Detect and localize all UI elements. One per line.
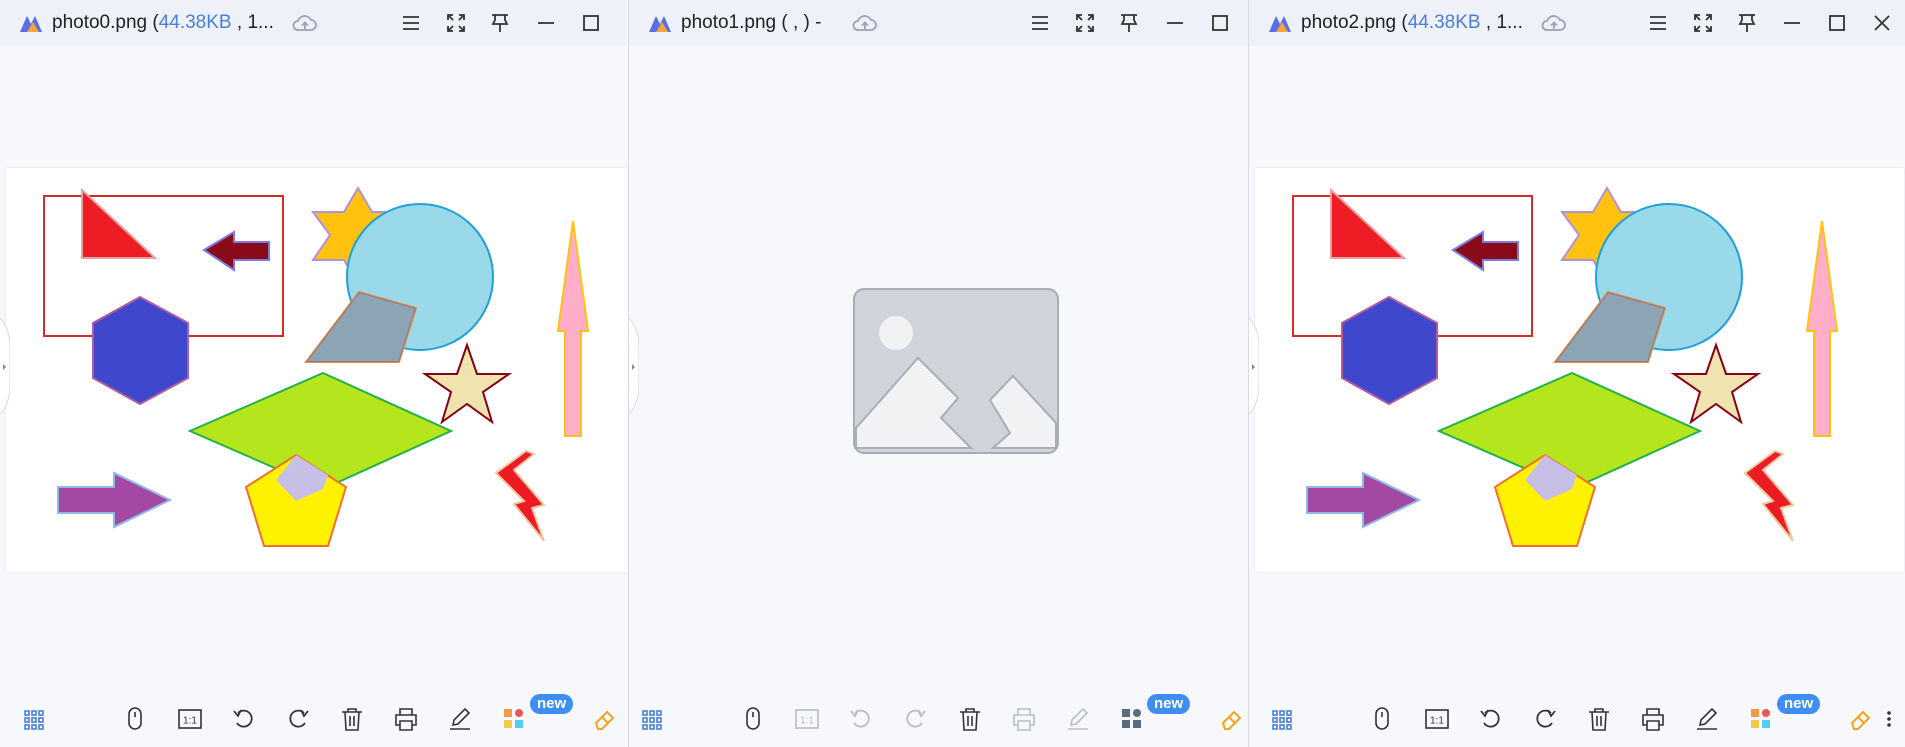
window-title: photo2.png (44.38KB , 1... xyxy=(1301,12,1523,34)
pin-icon[interactable] xyxy=(1734,10,1760,36)
close-icon[interactable] xyxy=(1869,10,1895,36)
side-panel-toggle[interactable] xyxy=(1249,318,1259,414)
window-title: photo1.png ( , ) - xyxy=(681,12,821,34)
print-icon[interactable] xyxy=(1638,704,1668,734)
red-triangle xyxy=(1330,187,1407,259)
delete-icon[interactable] xyxy=(1584,704,1614,734)
red-lightning xyxy=(1743,449,1795,542)
dark-red-arrow xyxy=(202,230,270,272)
app-logo-icon xyxy=(1269,16,1291,32)
rotate-left-icon[interactable] xyxy=(1476,704,1506,734)
delete-icon[interactable] xyxy=(337,704,367,734)
file-size: 44.38KB xyxy=(1407,12,1481,33)
purple-arrow xyxy=(1306,471,1422,529)
maximize-icon[interactable] xyxy=(1824,10,1850,36)
file-name: photo0.png ( xyxy=(52,12,159,33)
actual-size-label: 1:1 xyxy=(183,716,197,727)
pink-arrow xyxy=(556,220,590,437)
blue-hexagon xyxy=(92,295,189,406)
viewer-pane-0: photo0.png (44.38KB , 1... 1:1 new xyxy=(0,0,627,747)
actual-size-button: 1:1 xyxy=(792,704,822,734)
apps-icon[interactable] xyxy=(1117,704,1147,734)
eraser-icon[interactable] xyxy=(590,704,620,734)
edit-icon xyxy=(1063,704,1093,734)
blue-hexagon xyxy=(1341,295,1438,406)
purple-arrow xyxy=(57,471,173,529)
cloud-upload-icon[interactable] xyxy=(291,11,319,35)
delete-icon[interactable] xyxy=(955,704,985,734)
minimize-icon[interactable] xyxy=(1162,10,1188,36)
file-size: 44.38KB xyxy=(158,12,232,33)
image-canvas xyxy=(6,168,627,572)
shapes-image xyxy=(1292,186,1839,547)
side-panel-toggle[interactable] xyxy=(629,318,639,414)
window-title: photo0.png (44.38KB , 1... xyxy=(52,12,274,34)
grid-icon[interactable] xyxy=(19,704,49,734)
mouse-icon[interactable] xyxy=(120,704,150,734)
print-icon xyxy=(1009,704,1039,734)
minimize-icon[interactable] xyxy=(1779,10,1805,36)
file-name: photo2.png ( xyxy=(1301,12,1408,33)
actual-size-button[interactable]: 1:1 xyxy=(175,704,205,734)
rotate-left-icon xyxy=(846,704,876,734)
menu-icon[interactable] xyxy=(398,10,424,36)
eraser-icon[interactable] xyxy=(1217,704,1247,734)
eraser-icon[interactable] xyxy=(1846,704,1876,734)
new-badge: new xyxy=(1147,694,1191,714)
maximize-icon[interactable] xyxy=(578,10,604,36)
actual-size-label: 1:1 xyxy=(800,716,814,727)
minimize-icon[interactable] xyxy=(533,10,559,36)
rotate-left-icon[interactable] xyxy=(229,704,259,734)
pink-arrow xyxy=(1805,220,1839,437)
image-canvas xyxy=(1255,168,1904,572)
menu-icon[interactable] xyxy=(1645,10,1671,36)
mouse-icon[interactable] xyxy=(1367,704,1397,734)
title-bar: photo0.png (44.38KB , 1... xyxy=(0,0,627,46)
image-placeholder-icon xyxy=(853,288,1059,454)
red-triangle xyxy=(81,187,158,259)
fullscreen-icon[interactable] xyxy=(443,10,469,36)
new-badge: new xyxy=(530,694,574,714)
file-name: photo1.png ( , ) - xyxy=(681,12,822,33)
actual-size-label: 1:1 xyxy=(1430,716,1444,727)
pin-icon[interactable] xyxy=(1116,10,1142,36)
grid-icon[interactable] xyxy=(637,704,667,734)
side-panel-toggle[interactable] xyxy=(0,318,10,414)
red-lightning xyxy=(494,449,546,542)
grid-icon[interactable] xyxy=(1267,704,1297,734)
print-icon[interactable] xyxy=(391,704,421,734)
apps-icon[interactable] xyxy=(499,704,529,734)
apps-icon[interactable] xyxy=(1746,704,1776,734)
pin-icon[interactable] xyxy=(487,10,513,36)
edit-icon[interactable] xyxy=(445,704,475,734)
rotate-right-icon[interactable] xyxy=(1530,704,1560,734)
cloud-upload-icon[interactable] xyxy=(851,11,879,35)
shapes-image xyxy=(43,186,590,547)
file-info: , 1... xyxy=(1480,12,1523,33)
beige-star xyxy=(421,341,513,425)
more-icon[interactable] xyxy=(1880,704,1898,734)
rotate-right-icon[interactable] xyxy=(283,704,313,734)
new-badge: new xyxy=(1777,694,1821,714)
cloud-upload-icon[interactable] xyxy=(1540,11,1568,35)
mouse-icon[interactable] xyxy=(738,704,768,734)
file-info: , 1... xyxy=(231,12,274,33)
actual-size-button[interactable]: 1:1 xyxy=(1422,704,1452,734)
rotate-right-icon xyxy=(900,704,930,734)
app-logo-icon xyxy=(20,16,42,32)
maximize-icon[interactable] xyxy=(1207,10,1233,36)
menu-icon[interactable] xyxy=(1027,10,1053,36)
app-logo-icon xyxy=(649,16,671,32)
viewer-pane-1: photo1.png ( , ) - 1:1 new xyxy=(628,0,1248,747)
edit-icon[interactable] xyxy=(1692,704,1722,734)
title-bar: photo1.png ( , ) - xyxy=(629,0,1248,46)
dark-red-arrow xyxy=(1451,230,1519,272)
beige-star xyxy=(1670,341,1762,425)
fullscreen-icon[interactable] xyxy=(1072,10,1098,36)
title-bar: photo2.png (44.38KB , 1... xyxy=(1249,0,1905,46)
fullscreen-icon[interactable] xyxy=(1690,10,1716,36)
viewer-pane-2: photo2.png (44.38KB , 1... 1:1 new xyxy=(1248,0,1905,747)
